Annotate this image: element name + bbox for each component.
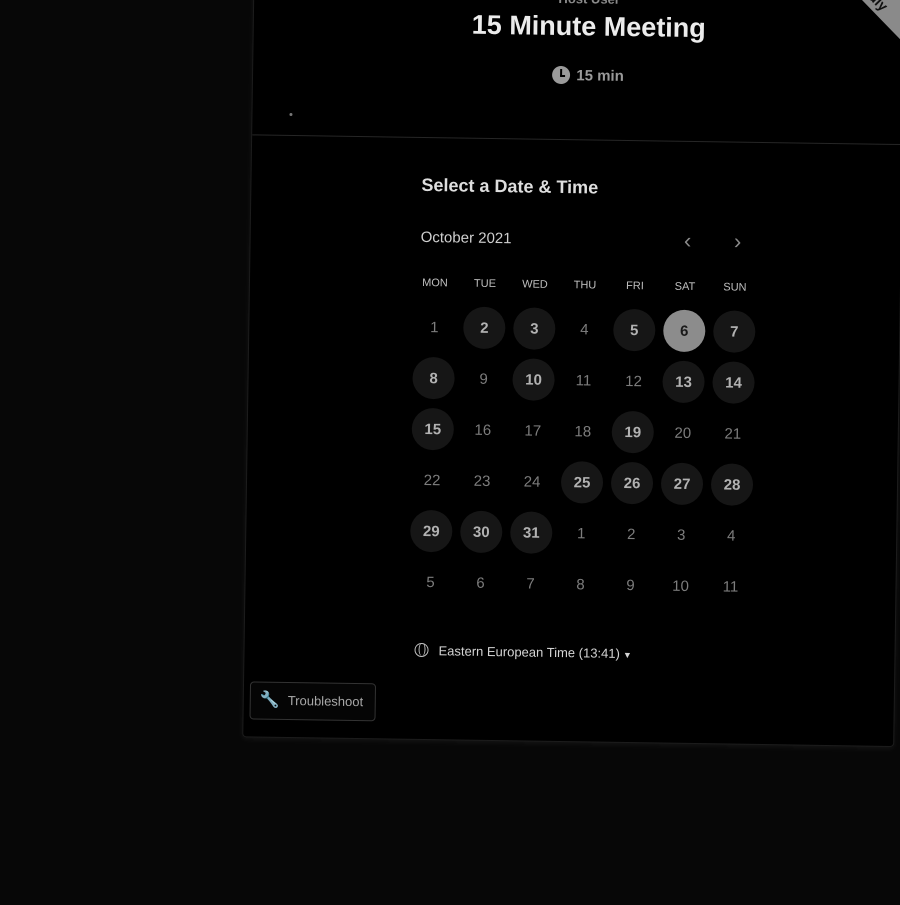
weekday-label: MON (422, 276, 448, 290)
description-dot (289, 112, 293, 117)
day-button[interactable]: 14 (712, 361, 755, 404)
day-button: 22 (423, 471, 441, 489)
day-button[interactable]: 29 (409, 509, 453, 553)
day-button: 6 (476, 574, 485, 592)
day-button[interactable]: 15 (411, 407, 455, 451)
day-button: 24 (523, 472, 541, 491)
day-button[interactable]: 3 (513, 307, 556, 350)
timezone-selector[interactable]: Eastern European Time (13:41) ▼ (414, 642, 632, 661)
troubleshoot-button[interactable]: 🔧 Troubleshoot (249, 681, 377, 722)
day-button: 11 (575, 371, 592, 389)
clock-icon (552, 65, 571, 85)
day-button: 2 (626, 525, 636, 543)
selected-day-button[interactable]: 6 (662, 309, 706, 353)
day-button: 11 (722, 577, 739, 596)
day-button[interactable]: 10 (512, 358, 555, 401)
day-button: 17 (524, 421, 542, 440)
day-button: 5 (426, 573, 435, 591)
chevron-right-icon: › (733, 228, 742, 254)
day-button: 3 (676, 526, 686, 544)
scheduling-scene: POWERED BY Calendly Host User 15 Minute … (0, 0, 900, 905)
day-button: 7 (526, 575, 535, 593)
day-button: 20 (674, 424, 692, 442)
day-button[interactable]: 8 (412, 356, 455, 400)
globe-icon (414, 642, 429, 658)
weekday-label: TUE (473, 277, 497, 291)
day-button: 10 (672, 577, 689, 595)
month-label: October 2021 (420, 228, 512, 248)
weekday-header: MON TUE WED THU FRI SAT SUN (410, 277, 760, 294)
calendar-grid: 1 2 3 4 5 6 7 8 9 10 11 12 13 14 15 16 17 18 19 20 21 22 23 24 2… (405, 302, 760, 613)
weekday-label: SUN (723, 281, 747, 294)
day-button: 4 (726, 527, 736, 545)
header-divider (252, 134, 900, 146)
day-button[interactable]: 19 (611, 410, 655, 454)
wrench-icon: 🔧 (259, 691, 280, 709)
day-button[interactable]: 28 (710, 463, 754, 506)
day-button[interactable]: 5 (612, 308, 656, 352)
day-button: 1 (576, 524, 586, 542)
day-button[interactable]: 31 (509, 511, 553, 554)
prev-month-button[interactable]: ‹ (672, 227, 702, 257)
day-button: 12 (625, 372, 643, 390)
day-button[interactable]: 27 (660, 462, 704, 506)
weekday-label: SAT (674, 280, 696, 293)
day-button[interactable]: 25 (560, 461, 604, 504)
day-button: 18 (574, 422, 592, 440)
day-button: 4 (580, 320, 589, 338)
duration-label: 15 min (576, 67, 624, 85)
weekday-label: WED (522, 278, 548, 291)
day-button: 8 (576, 575, 585, 593)
day-button[interactable]: 26 (610, 461, 654, 505)
section-title: Select a Date & Time (421, 174, 599, 198)
event-title: 15 Minute Meeting (471, 9, 707, 44)
day-button[interactable]: 7 (712, 310, 756, 353)
day-button: 23 (473, 472, 491, 490)
day-button[interactable]: 13 (662, 360, 705, 404)
weekday-label: FRI (625, 279, 644, 293)
caret-down-icon: ▼ (622, 649, 632, 661)
timezone-label: Eastern European Time (13:41) (438, 643, 621, 661)
day-button: 1 (430, 318, 439, 336)
day-button[interactable]: 30 (459, 510, 503, 554)
next-month-button[interactable]: › (722, 227, 752, 257)
day-button[interactable]: 2 (463, 306, 506, 350)
booking-card: POWERED BY Calendly Host User 15 Minute … (242, 0, 900, 748)
event-duration: 15 min (253, 61, 900, 89)
troubleshoot-label: Troubleshoot (287, 693, 364, 710)
weekday-label: THU (573, 279, 597, 292)
day-button: 21 (724, 424, 742, 443)
day-button: 16 (474, 421, 492, 439)
chevron-left-icon: ‹ (683, 227, 692, 253)
day-button: 9 (479, 370, 488, 388)
day-button: 9 (626, 576, 635, 594)
